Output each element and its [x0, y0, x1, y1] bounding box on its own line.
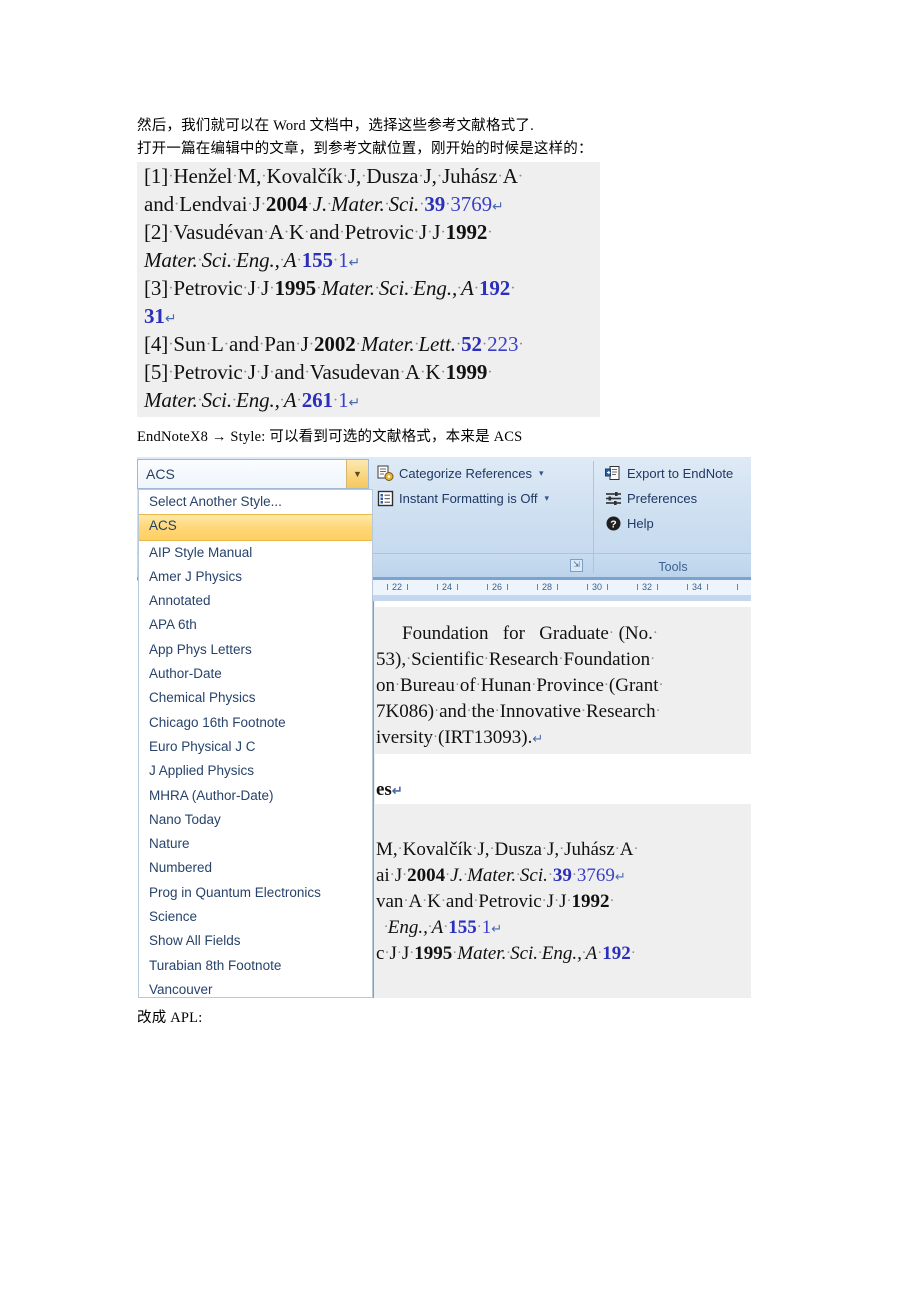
style-option-nano-today[interactable]: Nano Today — [139, 808, 372, 832]
ruler-number: 34 — [692, 582, 703, 592]
style-option-app-phys-letters[interactable]: App Phys Letters — [139, 638, 372, 662]
document-heading-fragment: es↵ — [376, 779, 403, 800]
ruler-number: 32 — [642, 582, 653, 592]
reference-line: Mater.·Sci.·Eng.,·A·155·1↵ — [144, 248, 361, 272]
style-option-nature[interactable]: Nature — [139, 832, 372, 856]
reference-line: [2]·Vasudévan·A·K·and·Petrovic·J·J·1992· — [144, 220, 493, 244]
style-option-vancouver[interactable]: Vancouver — [139, 978, 372, 997]
chevron-down-icon[interactable]: ▾ — [544, 493, 549, 504]
document-paragraph-line: 7K086)·and·the·Innovative·Research· — [376, 701, 661, 722]
tools-group: Export to EndNote Preferences ? Help Too… — [595, 459, 751, 577]
change-to-apl-caption: 改成 APL: — [137, 1010, 203, 1026]
reference-line: Mater.·Sci.·Eng.,·A·261·1↵ — [144, 388, 361, 412]
export-to-endnote-icon — [605, 465, 622, 482]
ruler-number: 22 — [392, 582, 403, 592]
endnote-ui-screenshot: Categorize References ▾ Instant Formatti… — [137, 457, 751, 998]
style-option-chemical-physics[interactable]: Chemical Physics — [139, 686, 372, 710]
reference-line: and·Lendvai·J·2004·J.·Mater.·Sci.·39·376… — [144, 192, 504, 216]
document-paragraph-line: iversity·(IRT13093).↵ — [376, 727, 544, 748]
style-combo-value: ACS — [146, 466, 175, 482]
preferences-label: Preferences — [627, 491, 698, 506]
reference-line: [5]·Petrovic·J·J·and·Vasudevan·A·K·1999· — [144, 360, 493, 384]
chevron-down-icon[interactable]: ▾ — [539, 468, 544, 479]
style-option-show-all-fields[interactable]: Show All Fields — [139, 929, 372, 953]
style-combo-box[interactable]: ACS ▼ — [137, 459, 369, 489]
preferences-button[interactable]: Preferences — [605, 490, 697, 507]
style-option-aip-style-manual[interactable]: AIP Style Manual — [139, 541, 372, 565]
style-option-author-date[interactable]: Author-Date — [139, 662, 372, 686]
document-reference-line: M,·Kovalčík·J,·Dusza·J,·Juhász·A· — [376, 839, 639, 860]
reference-line: [4]·Sun·L·and·Pan·J·2002·Mater.·Lett.·52… — [144, 332, 524, 356]
categorize-references-icon — [377, 465, 394, 482]
document-reference-line: ·Eng.,·A·155·1↵ — [384, 917, 503, 938]
intro-paragraph-line-1: 然后，我们就可以在 Word 文档中，选择这些参考文献格式了. — [137, 118, 534, 134]
style-option-apa-6th[interactable]: APA 6th — [139, 613, 372, 637]
word-document-canvas[interactable]: Foundation for Graduate· (No.· 53),·Scie… — [373, 601, 751, 998]
document-reference-line: ai·J·2004·J.·Mater.·Sci.·39·3769↵ — [376, 865, 626, 886]
style-option-science[interactable]: Science — [139, 905, 372, 929]
help-button[interactable]: ? Help — [605, 515, 654, 532]
help-label: Help — [627, 516, 654, 531]
ruler-number: 28 — [542, 582, 553, 592]
preferences-icon — [605, 490, 622, 507]
word-ruler[interactable]: 22 24 26 28 30 32 34 — [373, 580, 751, 602]
word-document-pane: 22 24 26 28 30 32 34 Foundation for Grad… — [373, 580, 751, 998]
style-option-acs[interactable]: ACS — [139, 514, 372, 541]
tools-group-label: Tools — [658, 560, 688, 574]
style-option-prog-in-quantum-electronics[interactable]: Prog in Quantum Electronics — [139, 881, 372, 905]
ruler-number: 24 — [442, 582, 453, 592]
ruler-number: 26 — [492, 582, 503, 592]
style-option-select-another-style[interactable]: Select Another Style... — [139, 490, 372, 514]
help-icon: ? — [605, 515, 622, 532]
document-paragraph-line: 53),·Scientific·Research·Foundation· — [376, 649, 656, 670]
document-reference-line: c·J·J·1995·Mater.·Sci.·Eng.,·A·192· — [376, 943, 636, 964]
style-option-amer-j-physics[interactable]: Amer J Physics — [139, 565, 372, 589]
categorize-references-button[interactable]: Categorize References ▾ — [377, 465, 544, 482]
instant-formatting-label: Instant Formatting is Off — [399, 491, 538, 506]
reference-line: [1]·Henžel·M,·Kovalčík·J,·Dusza·J,·Juhás… — [144, 164, 524, 188]
instant-formatting-button[interactable]: Instant Formatting is Off ▾ — [377, 490, 549, 507]
document-paragraph-line: on·Bureau·of·Hunan·Province·(Grant· — [376, 675, 664, 696]
instant-formatting-icon — [377, 490, 394, 507]
document-top-gap — [375, 601, 751, 607]
style-dropdown-list[interactable]: Select Another Style... ACS AIP Style Manu… — [138, 489, 373, 998]
intro-paragraph-line-2: 打开一篇在编辑中的文章，到参考文献位置，刚开始的时候是这样的： — [137, 141, 593, 157]
chevron-down-icon[interactable]: ▼ — [346, 460, 368, 488]
ruler-number: 30 — [592, 582, 603, 592]
reference-list-screenshot: [1]·Henžel·M,·Kovalčík·J,·Dusza·J,·Juhás… — [137, 162, 600, 417]
document-paragraph-line: Foundation for Graduate· (No.· — [402, 623, 658, 644]
bibliography-group: Categorize References ▾ Instant Formatti… — [369, 459, 592, 577]
document-reference-line: van·A·K·and·Petrovic·J·J·1992· — [376, 891, 615, 912]
categorize-references-label: Categorize References — [399, 466, 532, 481]
export-to-endnote-button[interactable]: Export to EndNote — [605, 465, 733, 482]
endnote-style-instruction: EndNoteX8 → Style: 可以看到可选的文献格式，本来是 ACS — [137, 429, 523, 445]
export-to-endnote-label: Export to EndNote — [627, 466, 734, 481]
style-option-j-applied-physics[interactable]: J Applied Physics — [139, 759, 372, 783]
svg-text:?: ? — [610, 519, 616, 531]
style-option-annotated[interactable]: Annotated — [139, 589, 372, 613]
reference-line: 31↵ — [144, 304, 177, 328]
group-separator — [593, 461, 594, 573]
style-option-euro-physical-j-c[interactable]: Euro Physical J C — [139, 735, 372, 759]
style-option-chicago-16th-footnote[interactable]: Chicago 16th Footnote — [139, 711, 372, 735]
dialog-launcher-icon[interactable]: ⇲ — [570, 559, 583, 572]
document-blank-band — [375, 754, 751, 804]
style-option-numbered[interactable]: Numbered — [139, 856, 372, 880]
style-option-mhra-author-date[interactable]: MHRA (Author-Date) — [139, 784, 372, 808]
reference-line: [3]·Petrovic·J·J·1995·Mater.·Sci.·Eng.,·… — [144, 276, 516, 300]
style-option-turabian-8th-footnote[interactable]: Turabian 8th Footnote — [139, 954, 372, 978]
